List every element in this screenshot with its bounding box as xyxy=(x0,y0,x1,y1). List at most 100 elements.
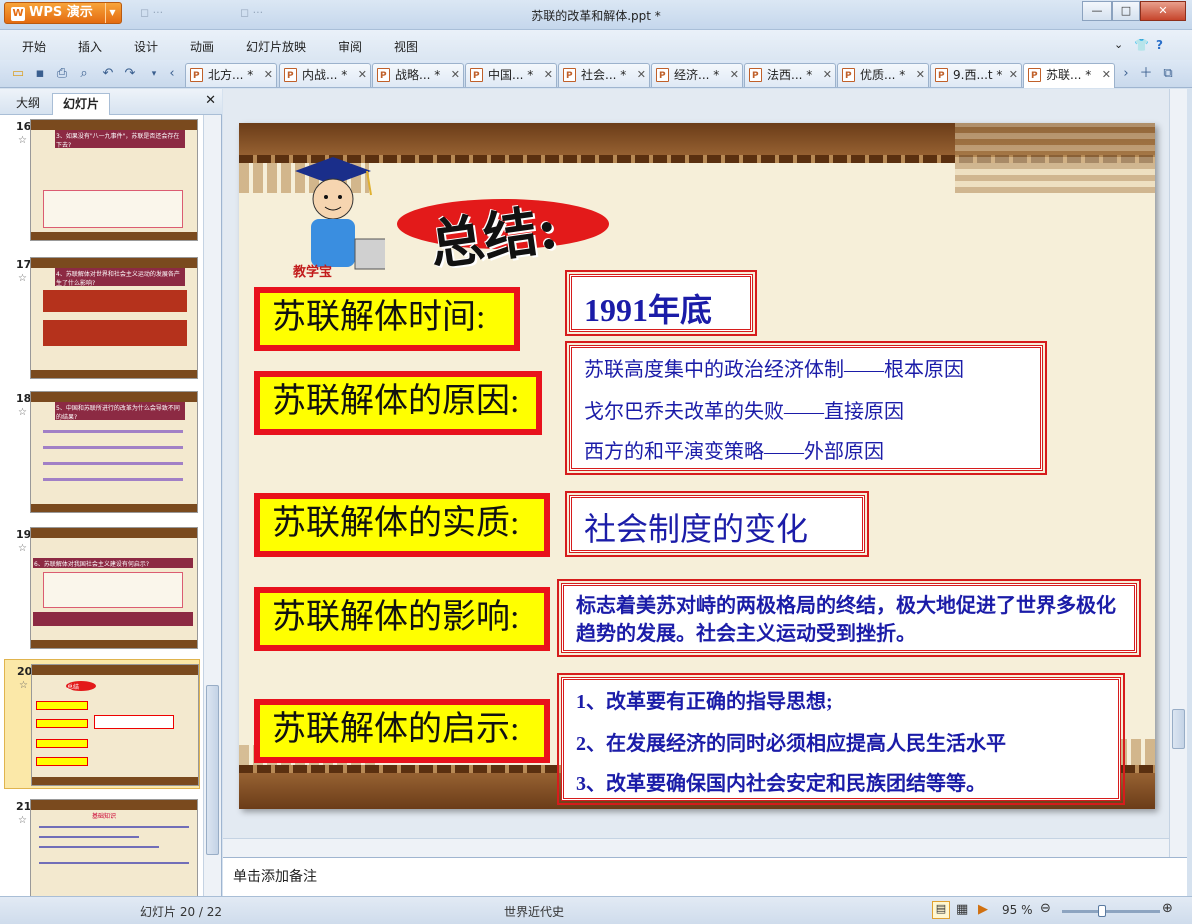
chevron-down-icon[interactable]: ▾ xyxy=(146,66,162,82)
menu-slideshow[interactable]: 幻灯片放映 xyxy=(246,38,306,55)
slide-heading: 总结: xyxy=(425,196,562,278)
doc-tab[interactable]: 社会... * ✕ xyxy=(558,63,650,87)
menu-animation[interactable]: 动画 xyxy=(190,38,214,55)
doc-tab[interactable]: 优质... * ✕ xyxy=(837,63,929,87)
transition-icon: ☆ xyxy=(18,273,27,284)
close-icon[interactable]: ✕ xyxy=(916,64,925,86)
horizontal-scrollbar[interactable] xyxy=(223,838,1169,857)
transition-icon: ☆ xyxy=(18,135,27,146)
close-icon[interactable]: ✕ xyxy=(451,64,460,86)
ppt-file-icon xyxy=(935,65,948,87)
print-preview-icon[interactable]: ⌕ xyxy=(76,66,92,82)
slide-thumb-17[interactable]: 17 ☆ 4、苏联解体对世界和社会主义运动的发展各产生了什么影响? xyxy=(4,253,200,383)
close-button[interactable]: ✕ xyxy=(1140,1,1186,21)
panel-scrollbar[interactable] xyxy=(203,115,221,896)
scroll-thumb[interactable] xyxy=(1172,709,1185,749)
slide-thumb-21[interactable]: 21 ☆ 基础知识 xyxy=(4,795,200,896)
doc-tab[interactable]: 法西... * ✕ xyxy=(744,63,836,87)
sorter-view-icon[interactable]: ▦ xyxy=(956,902,968,917)
close-icon[interactable]: ✕ xyxy=(1102,64,1111,86)
zoom-slider[interactable] xyxy=(1062,905,1160,917)
doc-tab[interactable]: 内战... * ✕ xyxy=(279,63,371,87)
menu-design[interactable]: 设计 xyxy=(134,38,158,55)
close-icon[interactable]: ✕ xyxy=(544,64,553,86)
cause-item: 苏联高度集中的政治经济体制——根本原因 xyxy=(584,359,964,381)
save-icon[interactable]: ▪ xyxy=(32,66,48,82)
doc-tab[interactable]: 中国... * ✕ xyxy=(465,63,557,87)
close-icon[interactable]: ✕ xyxy=(358,64,367,86)
menu-view[interactable]: 视图 xyxy=(394,38,418,55)
zoom-slider-thumb[interactable] xyxy=(1098,905,1106,917)
menu-home[interactable]: 开始 xyxy=(22,38,46,55)
notes-pane[interactable]: 单击添加备注 xyxy=(223,857,1187,896)
redo-icon[interactable]: ↷ xyxy=(122,66,138,82)
doc-tab-label: 优质... * xyxy=(860,68,906,82)
slide-thumb-16[interactable]: 16 ☆ 3、如果没有"八一九事件"，苏联是否还会存在下去? xyxy=(4,115,200,245)
cause-item: 西方的和平演变策略——外部原因 xyxy=(584,441,884,463)
transition-icon: ☆ xyxy=(18,543,27,554)
slide[interactable]: 教学宝 总结: 苏联解体时间: 苏联解体的原因: 苏联解体的实质: 苏联解体的影… xyxy=(239,123,1155,809)
maximize-button[interactable]: □ xyxy=(1112,1,1140,21)
doc-tab-label: 社会... * xyxy=(581,68,627,82)
tabs-right-icon[interactable]: › xyxy=(1118,66,1134,82)
minimize-button[interactable]: — xyxy=(1082,1,1112,21)
thumbnail: 基础知识 xyxy=(30,799,198,896)
label-essence: 苏联解体的实质: xyxy=(254,493,550,557)
essence-box: 社会制度的变化 xyxy=(565,491,869,557)
normal-view-icon[interactable]: ▤ xyxy=(932,901,950,919)
doc-tab[interactable]: 9.西...t * ✕ xyxy=(930,63,1022,87)
ppt-file-icon xyxy=(656,65,669,87)
skin-icon[interactable]: 👕 xyxy=(1134,38,1149,52)
window-title: 苏联的改革和解体.ppt * xyxy=(531,9,661,23)
slide-thumb-19[interactable]: 19 ☆ 6、苏联解体对我国社会主义建设有何启示? xyxy=(4,523,200,653)
help-icon[interactable]: ? xyxy=(1156,38,1163,52)
thumbnail: 5、中国和苏联所进行的改革为什么会导致不同的结果? xyxy=(30,391,198,513)
thumbnail-list: 16 ☆ 3、如果没有"八一九事件"，苏联是否还会存在下去? 17 ☆ 4、苏联解体… xyxy=(0,115,202,896)
open-icon[interactable]: ▭ xyxy=(10,66,26,82)
ppt-file-icon xyxy=(1028,65,1041,87)
thumbnail: 总结 xyxy=(31,664,199,786)
ppt-file-icon xyxy=(377,65,390,87)
doc-tab-label: 9.西...t * xyxy=(953,68,1003,82)
scroll-thumb[interactable] xyxy=(206,685,219,855)
close-icon[interactable]: ✕ xyxy=(823,64,832,86)
new-tab-icon[interactable]: ＋ xyxy=(1138,66,1154,82)
slideshow-icon[interactable]: ▶ xyxy=(978,902,988,917)
vertical-scrollbar[interactable] xyxy=(1169,89,1187,857)
close-icon[interactable]: ✕ xyxy=(205,93,216,108)
thumbnail: 4、苏联解体对世界和社会主义运动的发展各产生了什么影响? xyxy=(30,257,198,379)
ppt-file-icon xyxy=(842,65,855,87)
doc-tab[interactable]: 经济... * ✕ xyxy=(651,63,743,87)
doc-tab-label: 北方... * xyxy=(208,68,254,82)
doc-tab[interactable]: 北方... * ✕ xyxy=(185,63,277,87)
close-icon[interactable]: ✕ xyxy=(637,64,646,86)
tab-outline[interactable]: 大纲 xyxy=(6,93,50,115)
close-icon[interactable]: ✕ xyxy=(1009,64,1018,86)
doc-tab-active[interactable]: 苏联... * ✕ xyxy=(1023,63,1115,88)
close-icon[interactable]: ✕ xyxy=(730,64,739,86)
chevron-down-icon[interactable]: ⌄ xyxy=(1114,38,1123,51)
zoom-in-icon[interactable]: ⊕ xyxy=(1162,901,1173,916)
ppt-file-icon xyxy=(284,65,297,87)
zoom-out-icon[interactable]: ⊖ xyxy=(1040,901,1051,916)
restore-icon[interactable]: ⧉ xyxy=(1160,66,1176,82)
thumb-title: 4、苏联解体对世界和社会主义运动的发展各产生了什么影响? xyxy=(55,268,185,287)
slide-counter: 幻灯片 20 / 22 xyxy=(140,905,223,919)
doc-tab[interactable]: 战略... * ✕ xyxy=(372,63,464,87)
menu-insert[interactable]: 插入 xyxy=(78,38,102,55)
tabs-left-icon[interactable]: ‹ xyxy=(164,66,180,82)
slides-panel: 大纲 幻灯片 ✕ 16 ☆ 3、如果没有"八一九事件"，苏联是否还会存在下去? 1… xyxy=(0,89,222,896)
toolbar-tabs: ▭ ▪ ⎙ ⌕ ↶ ↷ ▾ ‹ 北方... * ✕ 内战... * ✕ 战略... … xyxy=(0,60,1192,88)
transition-icon: ☆ xyxy=(18,815,27,826)
slide-thumb-18[interactable]: 18 ☆ 5、中国和苏联所进行的改革为什么会导致不同的结果? xyxy=(4,387,200,517)
print-icon[interactable]: ⎙ xyxy=(54,66,70,82)
zoom-level[interactable]: 95 % xyxy=(1002,903,1033,917)
decorative-pattern xyxy=(955,123,1155,193)
undo-icon[interactable]: ↶ xyxy=(100,66,116,82)
close-icon[interactable]: ✕ xyxy=(264,64,273,86)
menu-review[interactable]: 审阅 xyxy=(338,38,362,55)
slide-thumb-20[interactable]: 20 ☆ 总结 xyxy=(4,659,200,789)
doc-tab-label: 苏联... * xyxy=(1046,68,1092,82)
tab-slides[interactable]: 幻灯片 xyxy=(52,93,111,115)
thumbnail: 6、苏联解体对我国社会主义建设有何启示? xyxy=(30,527,198,649)
